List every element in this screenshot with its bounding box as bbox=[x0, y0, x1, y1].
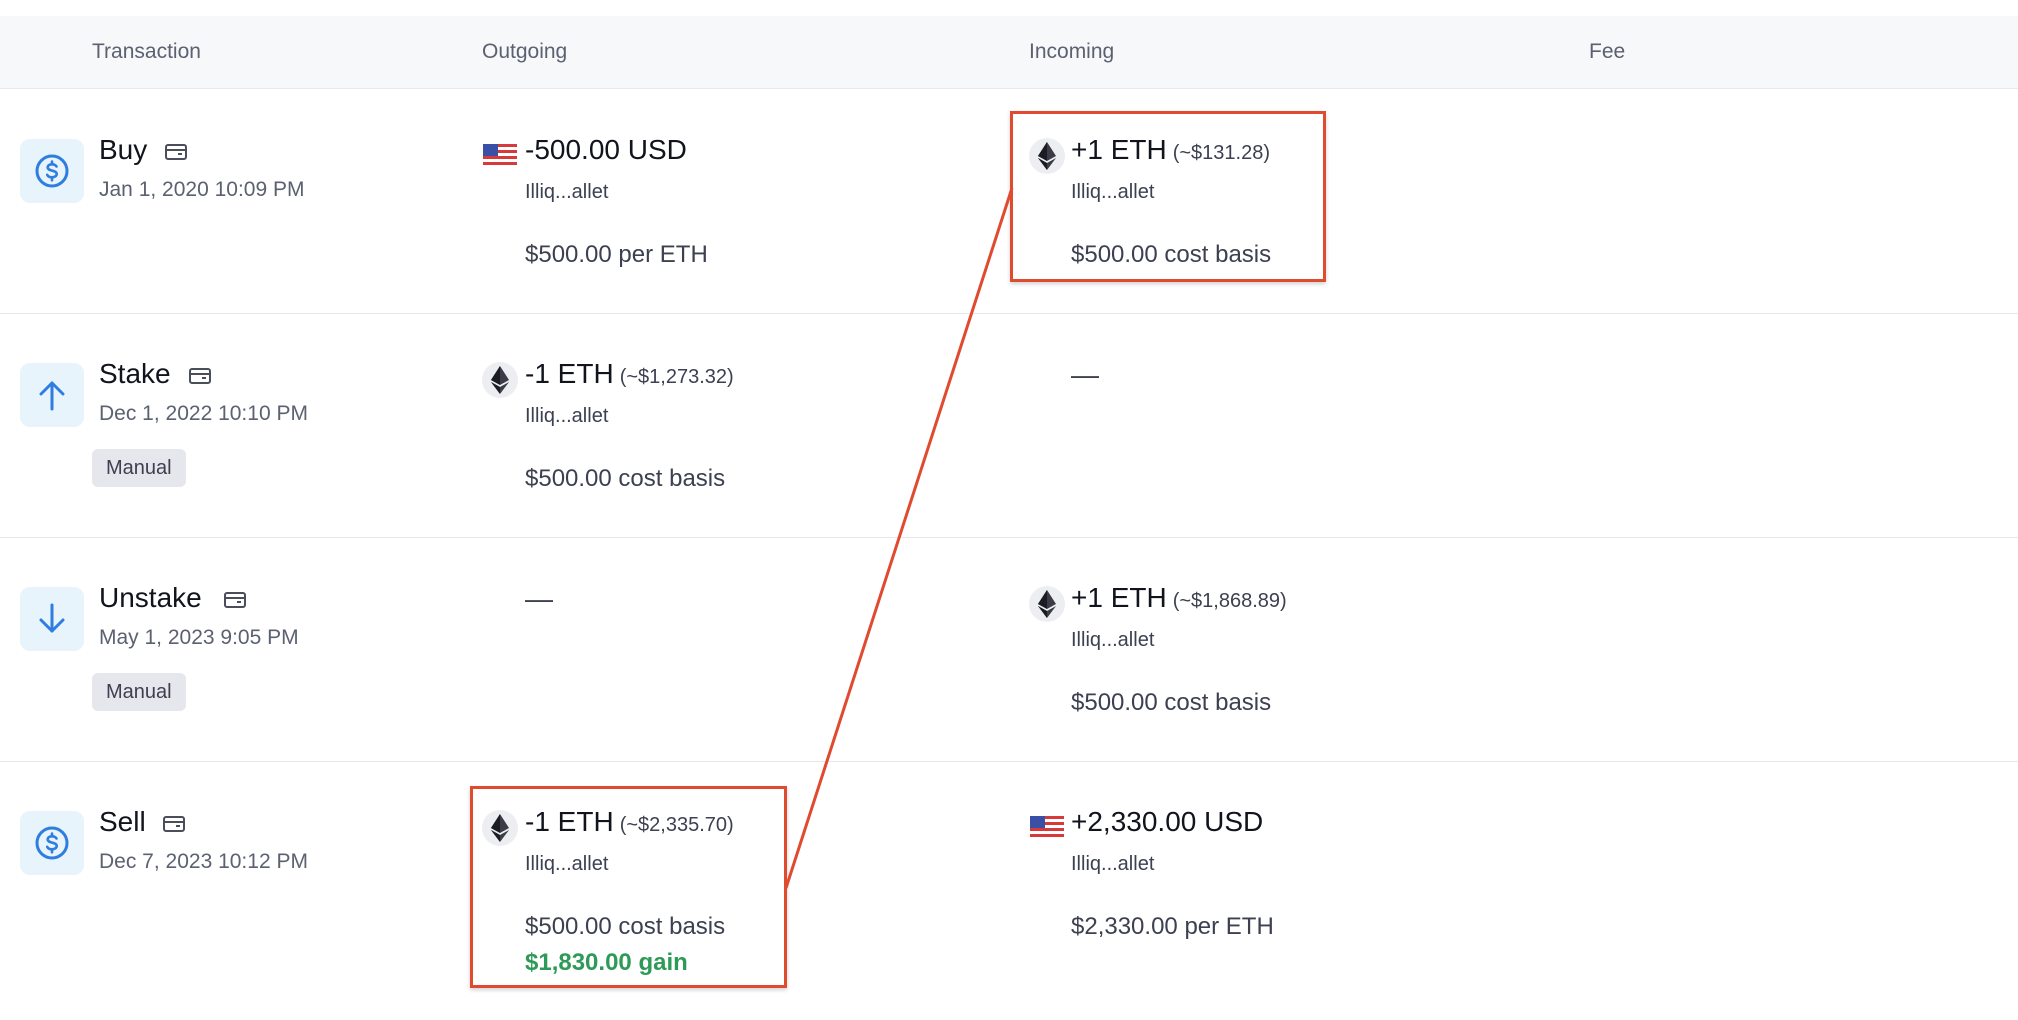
transaction-date: May 1, 2023 9:05 PM bbox=[99, 626, 299, 649]
transaction-date: Dec 7, 2023 10:12 PM bbox=[99, 850, 308, 873]
table-header bbox=[0, 16, 2018, 89]
column-header-outgoing[interactable]: Outgoing bbox=[482, 40, 567, 64]
outgoing-empty-dash: — bbox=[525, 583, 553, 614]
outgoing-approx-value: (~$1,273.32) bbox=[619, 366, 734, 388]
incoming-wallet[interactable]: Illiq...allet bbox=[1071, 628, 1154, 652]
table-row[interactable]: Buy Jan 1, 2020 10:09 PM -500.00 USD Ill… bbox=[0, 89, 2018, 314]
incoming-amount: +1 ETH (~$1,868.89) bbox=[1071, 582, 1287, 613]
transaction-type: Buy bbox=[99, 134, 148, 165]
wallet-icon[interactable] bbox=[224, 591, 246, 609]
outgoing-price: $500.00 per ETH bbox=[525, 241, 708, 268]
us-flag-icon bbox=[1029, 810, 1065, 846]
incoming-wallet[interactable]: Illiq...allet bbox=[1071, 852, 1154, 876]
transaction-type: Sell bbox=[99, 806, 146, 837]
wallet-icon[interactable] bbox=[189, 367, 211, 385]
outgoing-wallet[interactable]: Illiq...allet bbox=[525, 180, 608, 204]
incoming-approx-value: (~$1,868.89) bbox=[1172, 590, 1287, 612]
wallet-icon[interactable] bbox=[165, 143, 187, 161]
column-header-transaction[interactable]: Transaction bbox=[92, 40, 201, 64]
incoming-amount: +2,330.00 USD bbox=[1071, 806, 1264, 837]
highlight-box-sell-outgoing bbox=[470, 786, 787, 988]
manual-badge: Manual bbox=[92, 449, 186, 487]
dollar-circle-icon bbox=[20, 139, 84, 203]
column-header-fee[interactable]: Fee bbox=[1589, 40, 1625, 64]
transaction-date: Jan 1, 2020 10:09 PM bbox=[99, 178, 305, 201]
transaction-type: Stake bbox=[99, 358, 171, 389]
transaction-date: Dec 1, 2022 10:10 PM bbox=[99, 402, 308, 425]
incoming-empty-dash: — bbox=[1071, 359, 1099, 390]
highlight-box-buy-incoming bbox=[1010, 111, 1326, 282]
eth-icon bbox=[482, 362, 518, 398]
dollar-circle-icon bbox=[20, 811, 84, 875]
wallet-icon[interactable] bbox=[163, 815, 185, 833]
table-row[interactable]: Stake Dec 1, 2022 10:10 PM Manual -1 ETH… bbox=[0, 313, 2018, 538]
incoming-cost-basis: $500.00 cost basis bbox=[1071, 689, 1272, 716]
column-header-incoming[interactable]: Incoming bbox=[1029, 40, 1114, 64]
table-row[interactable]: Unstake May 1, 2023 9:05 PM Manual — +1 … bbox=[0, 537, 2018, 762]
manual-badge: Manual bbox=[92, 673, 186, 711]
outgoing-wallet[interactable]: Illiq...allet bbox=[525, 404, 608, 428]
outgoing-amount: -1 ETH (~$1,273.32) bbox=[525, 358, 734, 389]
transactions-table: Transaction Outgoing Incoming Fee Buy Ja… bbox=[0, 0, 2018, 1020]
us-flag-icon bbox=[482, 138, 518, 174]
transaction-type: Unstake bbox=[99, 582, 202, 613]
arrow-up-icon bbox=[20, 363, 84, 427]
eth-icon bbox=[1029, 586, 1065, 622]
arrow-down-icon bbox=[20, 587, 84, 651]
table-row[interactable]: Sell Dec 7, 2023 10:12 PM -1 ETH (~$2,335… bbox=[0, 761, 2018, 985]
outgoing-cost-basis: $500.00 cost basis bbox=[525, 465, 726, 492]
outgoing-amount: -500.00 USD bbox=[525, 134, 687, 165]
incoming-price: $2,330.00 per ETH bbox=[1071, 913, 1274, 940]
